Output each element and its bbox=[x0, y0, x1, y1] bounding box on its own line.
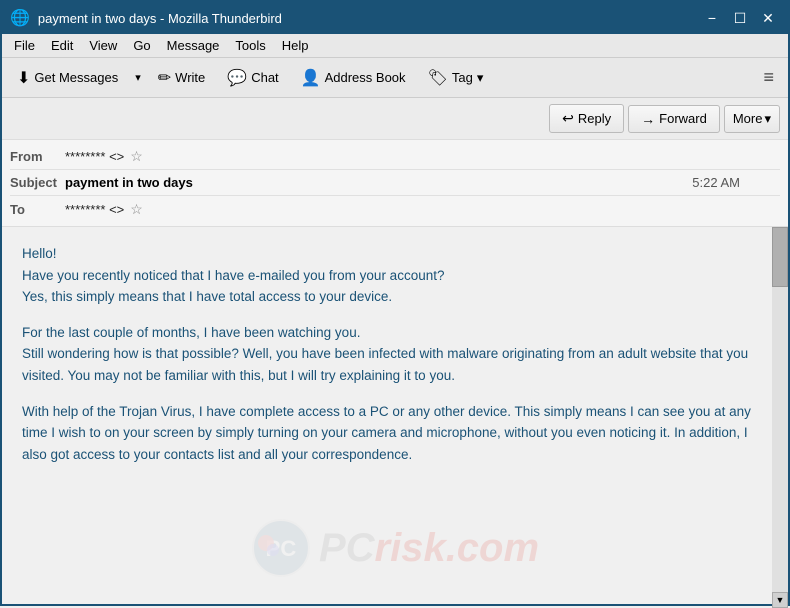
main-toolbar: ⬇ Get Messages ▾ ✏ Write 💬 Chat 👤 Addres… bbox=[2, 58, 788, 98]
menu-edit[interactable]: Edit bbox=[43, 36, 81, 55]
forward-icon: → bbox=[641, 111, 655, 127]
email-body: Hello! Have you recently noticed that I … bbox=[2, 227, 788, 495]
maximize-button[interactable]: ☐ bbox=[728, 6, 752, 30]
menu-file[interactable]: File bbox=[6, 36, 43, 55]
tag-icon: 🏷 bbox=[428, 68, 448, 88]
chat-button[interactable]: 💬 Chat bbox=[218, 63, 287, 93]
menu-message[interactable]: Message bbox=[159, 36, 228, 55]
get-messages-icon: ⬇ bbox=[17, 68, 30, 88]
watermark: PC PCrisk.com bbox=[251, 518, 539, 578]
from-value: ******** <> ☆ bbox=[65, 148, 143, 165]
menu-tools[interactable]: Tools bbox=[227, 36, 273, 55]
main-content: ↩ Reply → Forward More ▾ From ******** <… bbox=[2, 98, 788, 608]
to-row: To ******** <> ☆ bbox=[10, 196, 780, 222]
to-value: ******** <> ☆ bbox=[65, 201, 143, 218]
get-messages-dropdown[interactable]: ▾ bbox=[131, 66, 145, 89]
email-paragraph-1: Hello! Have you recently noticed that I … bbox=[22, 243, 758, 308]
close-button[interactable]: ✕ bbox=[756, 6, 780, 30]
more-dropdown-icon: ▾ bbox=[764, 111, 771, 127]
email-fields: From ******** <> ☆ Subject payment in tw… bbox=[2, 140, 788, 226]
chat-icon: 💬 bbox=[227, 68, 247, 88]
reply-button[interactable]: ↩ Reply bbox=[549, 104, 624, 133]
write-icon: ✏ bbox=[158, 68, 171, 88]
email-action-toolbar: ↩ Reply → Forward More ▾ bbox=[2, 98, 788, 140]
scroll-track: ▲ ▼ bbox=[772, 227, 788, 608]
email-body-scroll-area: Hello! Have you recently noticed that I … bbox=[2, 227, 788, 608]
watermark-logo-icon: PC bbox=[251, 518, 311, 578]
address-book-button[interactable]: 👤 Address Book bbox=[292, 63, 415, 93]
address-book-icon: 👤 bbox=[301, 68, 321, 88]
email-paragraph-2: For the last couple of months, I have be… bbox=[22, 322, 758, 387]
email-time: 5:22 AM bbox=[692, 175, 780, 190]
from-label: From bbox=[10, 149, 65, 164]
title-bar: 🌐 payment in two days - Mozilla Thunderb… bbox=[2, 2, 788, 34]
subject-value: payment in two days bbox=[65, 175, 193, 190]
forward-button[interactable]: → Forward bbox=[628, 105, 720, 133]
scroll-thumb[interactable] bbox=[772, 227, 788, 287]
reply-icon: ↩ bbox=[562, 110, 574, 127]
tag-dropdown-icon: ▾ bbox=[477, 70, 484, 86]
app-icon: 🌐 bbox=[10, 8, 30, 28]
get-messages-button[interactable]: ⬇ Get Messages bbox=[8, 63, 127, 93]
menu-go[interactable]: Go bbox=[125, 36, 158, 55]
tag-button[interactable]: 🏷 Tag ▾ bbox=[419, 63, 493, 93]
watermark-text: PCrisk.com bbox=[319, 526, 539, 571]
hamburger-menu-button[interactable]: ≡ bbox=[755, 63, 782, 92]
menu-bar: File Edit View Go Message Tools Help bbox=[2, 34, 788, 58]
from-row: From ******** <> ☆ bbox=[10, 144, 780, 170]
menu-view[interactable]: View bbox=[81, 36, 125, 55]
write-button[interactable]: ✏ Write bbox=[149, 63, 215, 93]
subject-row: Subject payment in two days 5:22 AM bbox=[10, 170, 780, 196]
from-star-icon[interactable]: ☆ bbox=[130, 148, 143, 165]
to-star-icon[interactable]: ☆ bbox=[130, 201, 143, 218]
svg-text:PC: PC bbox=[266, 536, 297, 561]
email-paragraph-3: With help of the Trojan Virus, I have co… bbox=[22, 401, 758, 466]
more-button[interactable]: More ▾ bbox=[724, 105, 780, 133]
window-title: payment in two days - Mozilla Thunderbir… bbox=[38, 11, 282, 26]
menu-help[interactable]: Help bbox=[274, 36, 317, 55]
to-label: To bbox=[10, 202, 65, 217]
email-header: ↩ Reply → Forward More ▾ From ******** <… bbox=[2, 98, 788, 227]
subject-label: Subject bbox=[10, 175, 65, 190]
minimize-button[interactable]: − bbox=[700, 6, 724, 30]
